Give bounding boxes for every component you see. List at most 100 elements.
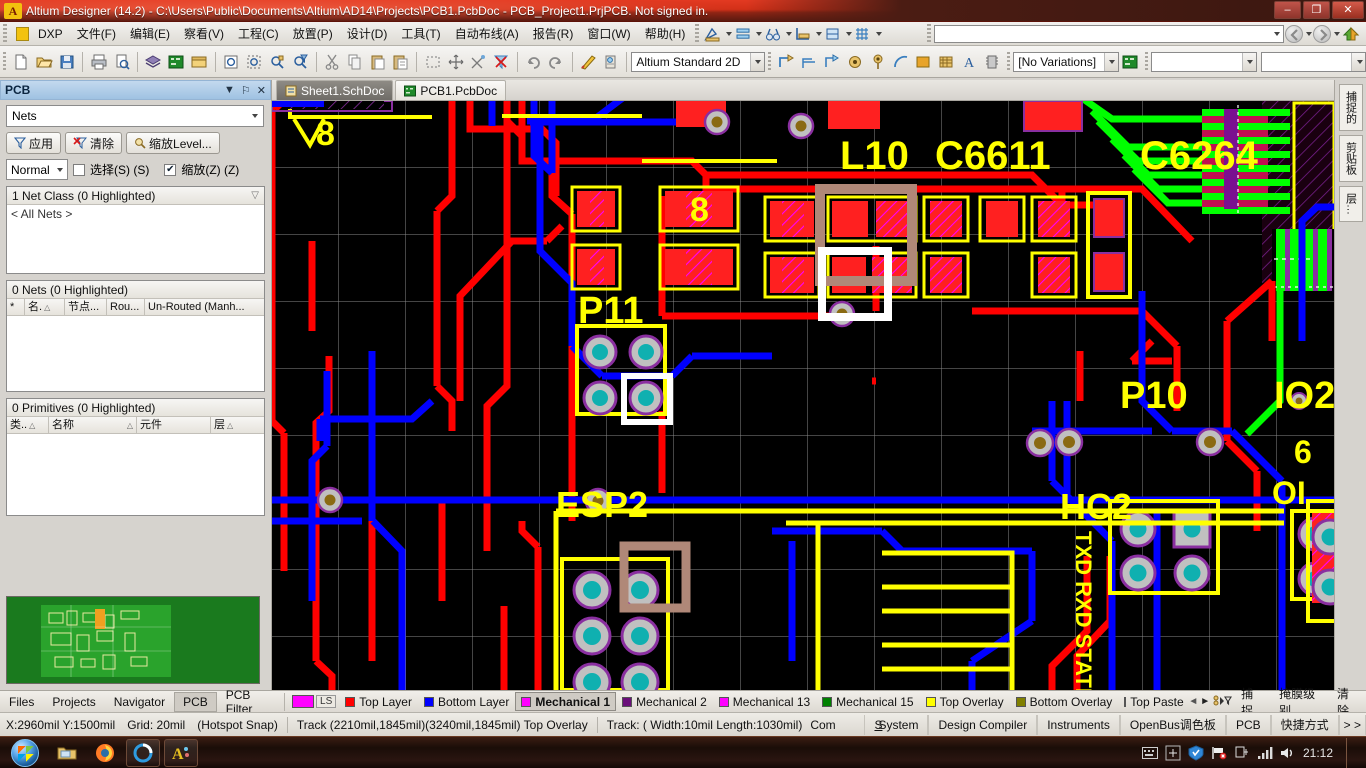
open-document-icon[interactable] <box>33 50 54 74</box>
menu-design[interactable]: 设计(D) <box>340 22 395 45</box>
place-component-icon[interactable] <box>982 50 1003 74</box>
search-input[interactable] <box>934 24 1284 43</box>
place-pad-icon[interactable] <box>844 50 865 74</box>
layer-tab-top-layer[interactable]: Top Layer <box>339 692 418 711</box>
snapshot-icon[interactable] <box>823 25 843 43</box>
layer-selector[interactable]: LS <box>289 695 339 708</box>
menu-grip[interactable] <box>3 23 7 44</box>
toolbar-combo-4-dropdown-icon[interactable] <box>1351 52 1366 71</box>
place-polygon-icon[interactable] <box>936 50 957 74</box>
menu-help[interactable]: 帮助(H) <box>638 22 693 45</box>
measure-icon[interactable] <box>793 25 813 43</box>
forward-dropdown-icon[interactable] <box>1334 31 1340 36</box>
primitives-col-name[interactable]: 名称 △ <box>49 416 137 434</box>
layer-selector-label[interactable]: LS <box>316 695 337 708</box>
zoom-filtered-icon[interactable] <box>290 50 311 74</box>
panel-button-design-compiler[interactable]: Design Compiler <box>928 714 1038 735</box>
layer-tab-bottom-overlay[interactable]: Bottom Overlay <box>1010 692 1119 711</box>
menu-reports[interactable]: 报告(R) <box>526 22 581 45</box>
forward-button[interactable] <box>1313 24 1331 43</box>
new-document-icon[interactable] <box>10 50 31 74</box>
show-desktop-button[interactable] <box>1346 737 1358 768</box>
menu-tools[interactable]: 工具(T) <box>394 22 447 45</box>
toolbar-grip-1[interactable] <box>3 51 7 72</box>
paste-icon[interactable] <box>367 50 388 74</box>
net-class-listbox[interactable]: 1 Net Class (0 Highlighted) ▽ < All Nets… <box>6 186 265 274</box>
right-tab-clipboard[interactable]: 剪贴板 <box>1338 135 1363 182</box>
back-dropdown-icon[interactable] <box>1306 31 1312 36</box>
clear-filter-icon[interactable] <box>491 50 512 74</box>
toolbar-grip-2[interactable] <box>767 51 772 72</box>
panel-scope-combo[interactable]: Nets <box>6 105 264 127</box>
save-document-icon[interactable] <box>56 50 77 74</box>
toolbar-combo-4[interactable] <box>1260 51 1366 72</box>
tray-flag-icon[interactable] <box>1211 745 1227 761</box>
layer-mask-level-button[interactable]: 掩膜级别 <box>1270 687 1328 718</box>
snapshot-dropdown-icon[interactable] <box>846 31 853 36</box>
nets-col-name[interactable]: 名. △ <box>25 298 65 316</box>
bottom-tab-files[interactable]: Files <box>0 692 43 712</box>
close-button[interactable]: ✕ <box>1332 1 1364 19</box>
panel-menu-icon[interactable]: ▼ <box>224 84 235 97</box>
tray-security-icon[interactable] <box>1188 744 1204 761</box>
layer-next-icon[interactable]: ► <box>1200 696 1210 707</box>
toolbar-grip-3[interactable] <box>1006 51 1011 72</box>
layer-tab-mechanical-2[interactable]: Mechanical 2 <box>616 692 713 711</box>
search-dropdown-icon[interactable] <box>1274 31 1280 36</box>
layer-tab-top-paste[interactable]: Top Paste <box>1118 692 1186 711</box>
layer-tab-mechanical-15[interactable]: Mechanical 15 <box>816 692 919 711</box>
layer-selector-swatch[interactable] <box>292 695 315 708</box>
layer-tab-bottom-layer[interactable]: Bottom Layer <box>418 692 515 711</box>
primitives-col-layer[interactable]: 层 △ <box>211 417 255 434</box>
board-style-combo[interactable]: Altium Standard 2D <box>631 51 765 72</box>
zoom-level-button[interactable]: 缩放Level... <box>126 132 220 154</box>
toolbar-combo-3-dropdown-icon[interactable] <box>1241 52 1256 71</box>
zoom-checkbox[interactable] <box>164 163 177 176</box>
clear-button[interactable]: 清除 <box>65 132 123 154</box>
layer-prev-icon[interactable]: ◄ <box>1188 696 1198 707</box>
panel-scope-dropdown-icon[interactable] <box>245 106 263 126</box>
panel-button-system[interactable]: S System <box>864 714 929 735</box>
net-class-rows[interactable]: < All Nets > <box>7 205 264 223</box>
menu-view[interactable]: 察看(V) <box>177 22 231 45</box>
start-button[interactable] <box>2 738 48 768</box>
undo-icon[interactable] <box>523 50 544 74</box>
board-thumbnail[interactable] <box>6 596 260 684</box>
binoculars-dropdown-icon[interactable] <box>786 31 793 36</box>
move-icon[interactable] <box>445 50 466 74</box>
panel-button-more[interactable]: > > <box>1338 714 1366 735</box>
taskbar-explorer-icon[interactable] <box>50 739 84 767</box>
menu-project[interactable]: 工程(C) <box>231 22 286 45</box>
layers-stack-icon[interactable] <box>733 25 753 43</box>
toolbar-grip-4[interactable] <box>1144 51 1149 72</box>
differential-pair-icon[interactable] <box>798 50 819 74</box>
taskbar-browser-icon[interactable] <box>126 738 160 767</box>
pcb-document-icon[interactable] <box>166 50 187 74</box>
right-tab-layers[interactable]: 层… <box>1338 186 1363 222</box>
back-button[interactable] <box>1285 24 1303 43</box>
menu-autoroute[interactable]: 自动布线(A) <box>448 22 526 45</box>
doc-tab-sheet1[interactable]: Sheet1.SchDoc <box>276 80 394 100</box>
variations-combo[interactable]: [No Variations] <box>1013 51 1119 72</box>
place-arc-icon[interactable] <box>890 50 911 74</box>
menu-edit[interactable]: 编辑(E) <box>123 22 177 45</box>
nets-col-unrouted[interactable]: Un-Routed (Manh... <box>145 299 255 316</box>
menu-window[interactable]: 窗口(W) <box>580 22 637 45</box>
menu-dxp[interactable]: DXP <box>31 24 70 44</box>
select-checkbox[interactable] <box>73 163 85 176</box>
board-style-dropdown-icon[interactable] <box>749 52 764 71</box>
list-item[interactable]: < All Nets > <box>11 207 260 221</box>
tray-network-icon[interactable] <box>1257 746 1273 760</box>
variations-dropdown-icon[interactable] <box>1103 52 1118 71</box>
home-icon[interactable] <box>1341 25 1361 43</box>
right-tab-sn[interactable]: 捕捉的 <box>1338 84 1363 131</box>
grid-dropdown-icon[interactable] <box>876 31 883 36</box>
bottom-tab-pcb[interactable]: PCB <box>174 691 217 712</box>
redo-icon[interactable] <box>546 50 567 74</box>
zoom-document-icon[interactable] <box>221 50 242 74</box>
print-preview-icon[interactable] <box>111 50 132 74</box>
deselect-icon[interactable] <box>468 50 489 74</box>
layer-options-icon[interactable] <box>1212 695 1233 709</box>
layers-dropdown-icon[interactable] <box>756 31 763 36</box>
print-icon[interactable] <box>88 50 109 74</box>
